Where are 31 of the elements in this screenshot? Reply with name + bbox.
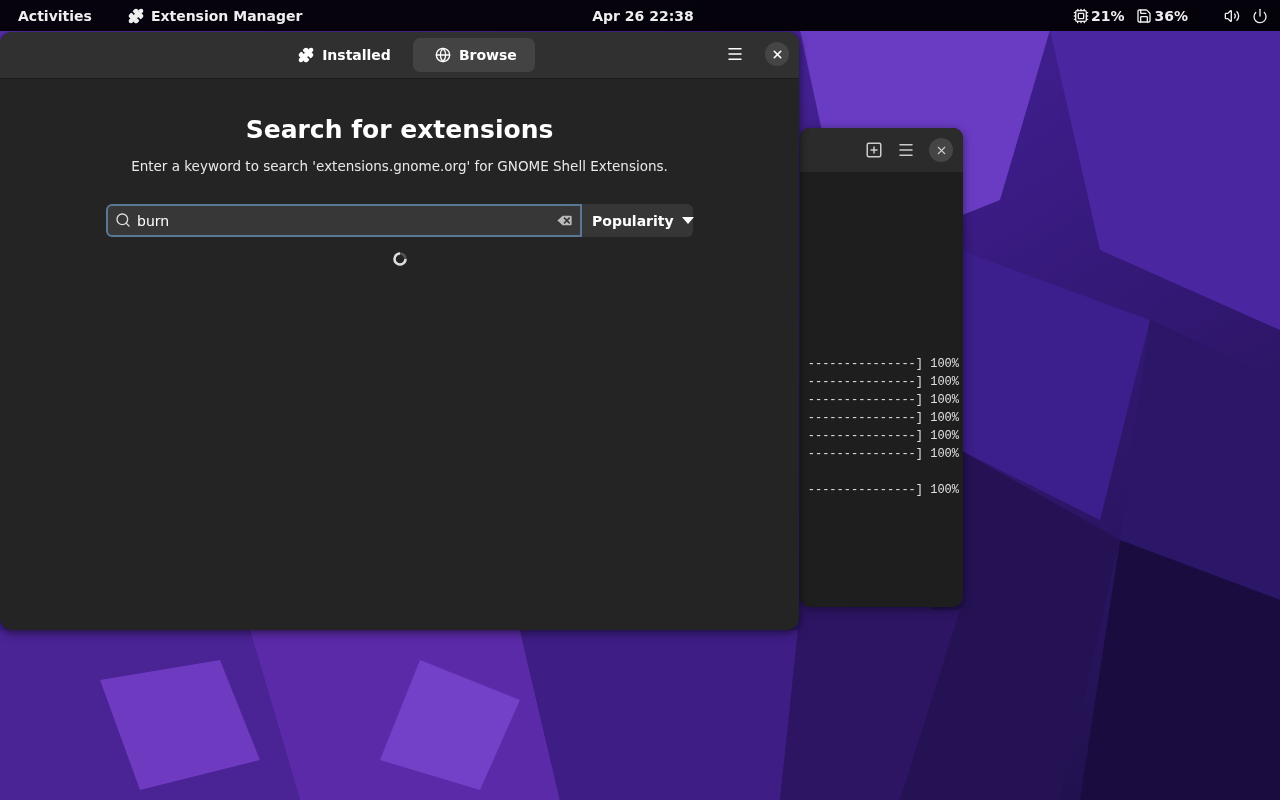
terminal-line: ---------------] 100% [807, 356, 959, 373]
indicator-value: 36% [1154, 7, 1188, 24]
close-icon [770, 47, 784, 61]
caret-icon [681, 217, 694, 224]
puzzle-icon [298, 47, 315, 63]
terminal-line: ---------------] 100% [807, 374, 959, 391]
close-button[interactable] [929, 138, 953, 162]
terminal-line: ---------------] 100% [807, 392, 959, 409]
sort-dropdown[interactable]: Popularity [582, 204, 693, 237]
close-button[interactable] [765, 42, 789, 66]
terminal-line: ---------------] 100% [807, 428, 959, 445]
power-icon[interactable] [1252, 7, 1268, 24]
description: Enter a keyword to search 'extensions.gnome.org' for GNOME Shell Extensions. [131, 158, 668, 174]
terminal-line: ---------------] 100% [807, 446, 959, 463]
chip-icon [1072, 7, 1089, 24]
tab[interactable]: Installed [276, 38, 409, 72]
activities-button[interactable]: Activities [18, 7, 92, 24]
terminal-line: ---------------] 100% [807, 410, 959, 427]
search-icon [115, 212, 131, 228]
search-field[interactable]: burn [106, 204, 582, 237]
heading: Search for extensions [245, 115, 554, 144]
volume-icon[interactable] [1224, 7, 1240, 24]
indicator-value: 21% [1090, 7, 1125, 24]
new-tab-icon[interactable] [865, 141, 883, 159]
menu-icon [726, 45, 744, 63]
clock[interactable]: Apr 26 22:38 [592, 7, 694, 24]
puzzle-icon [127, 7, 144, 24]
globe-icon [434, 47, 451, 63]
tab[interactable]: Browse [412, 38, 535, 72]
terminal-line: ---------------] 100% [807, 482, 959, 499]
menu-icon[interactable] [897, 141, 915, 159]
